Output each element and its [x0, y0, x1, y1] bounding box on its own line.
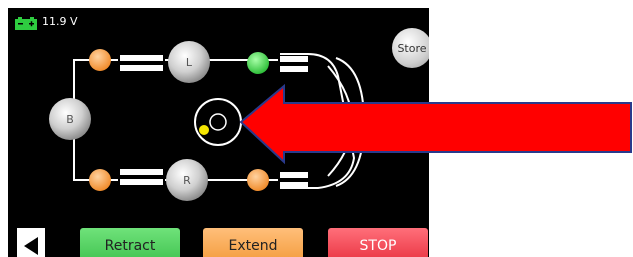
annotation-arrow — [239, 83, 632, 165]
